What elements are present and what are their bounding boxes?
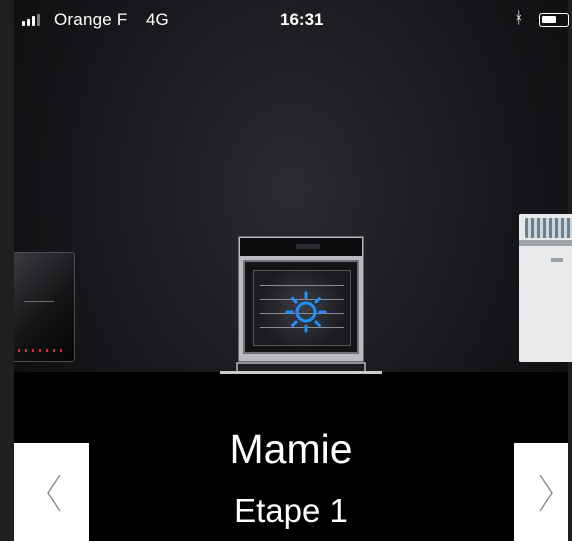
chevron-right-icon: [539, 474, 553, 512]
clock: 16:31: [280, 10, 324, 29]
step-label: Etape 1: [234, 492, 348, 529]
bluetooth-icon: ᚼ: [514, 10, 524, 27]
next-button[interactable]: [514, 443, 568, 541]
screen: Orange F 4G 16:31 ᚼ Mamie Etape 1: [14, 0, 572, 541]
device-bezel-left: [0, 0, 14, 541]
page-title: Mamie: [229, 426, 353, 472]
app-frame: Orange F 4G 16:31 ᚼ Mamie Etape 1: [0, 0, 572, 541]
fan-mode-icon: [285, 291, 327, 333]
battery-icon: [539, 13, 569, 27]
oven-stand: [220, 362, 382, 374]
previous-button[interactable]: [14, 443, 89, 541]
status-bar: Orange F 4G 16:31 ᚼ: [14, 0, 569, 40]
signal-strength-icon: [22, 14, 40, 26]
carrier-name: Orange F: [54, 10, 128, 29]
network-type: 4G: [146, 10, 169, 29]
induction-cooktop-icon[interactable]: [14, 252, 75, 362]
chevron-left-icon: [47, 474, 61, 512]
dishwasher-icon[interactable]: [519, 214, 572, 362]
